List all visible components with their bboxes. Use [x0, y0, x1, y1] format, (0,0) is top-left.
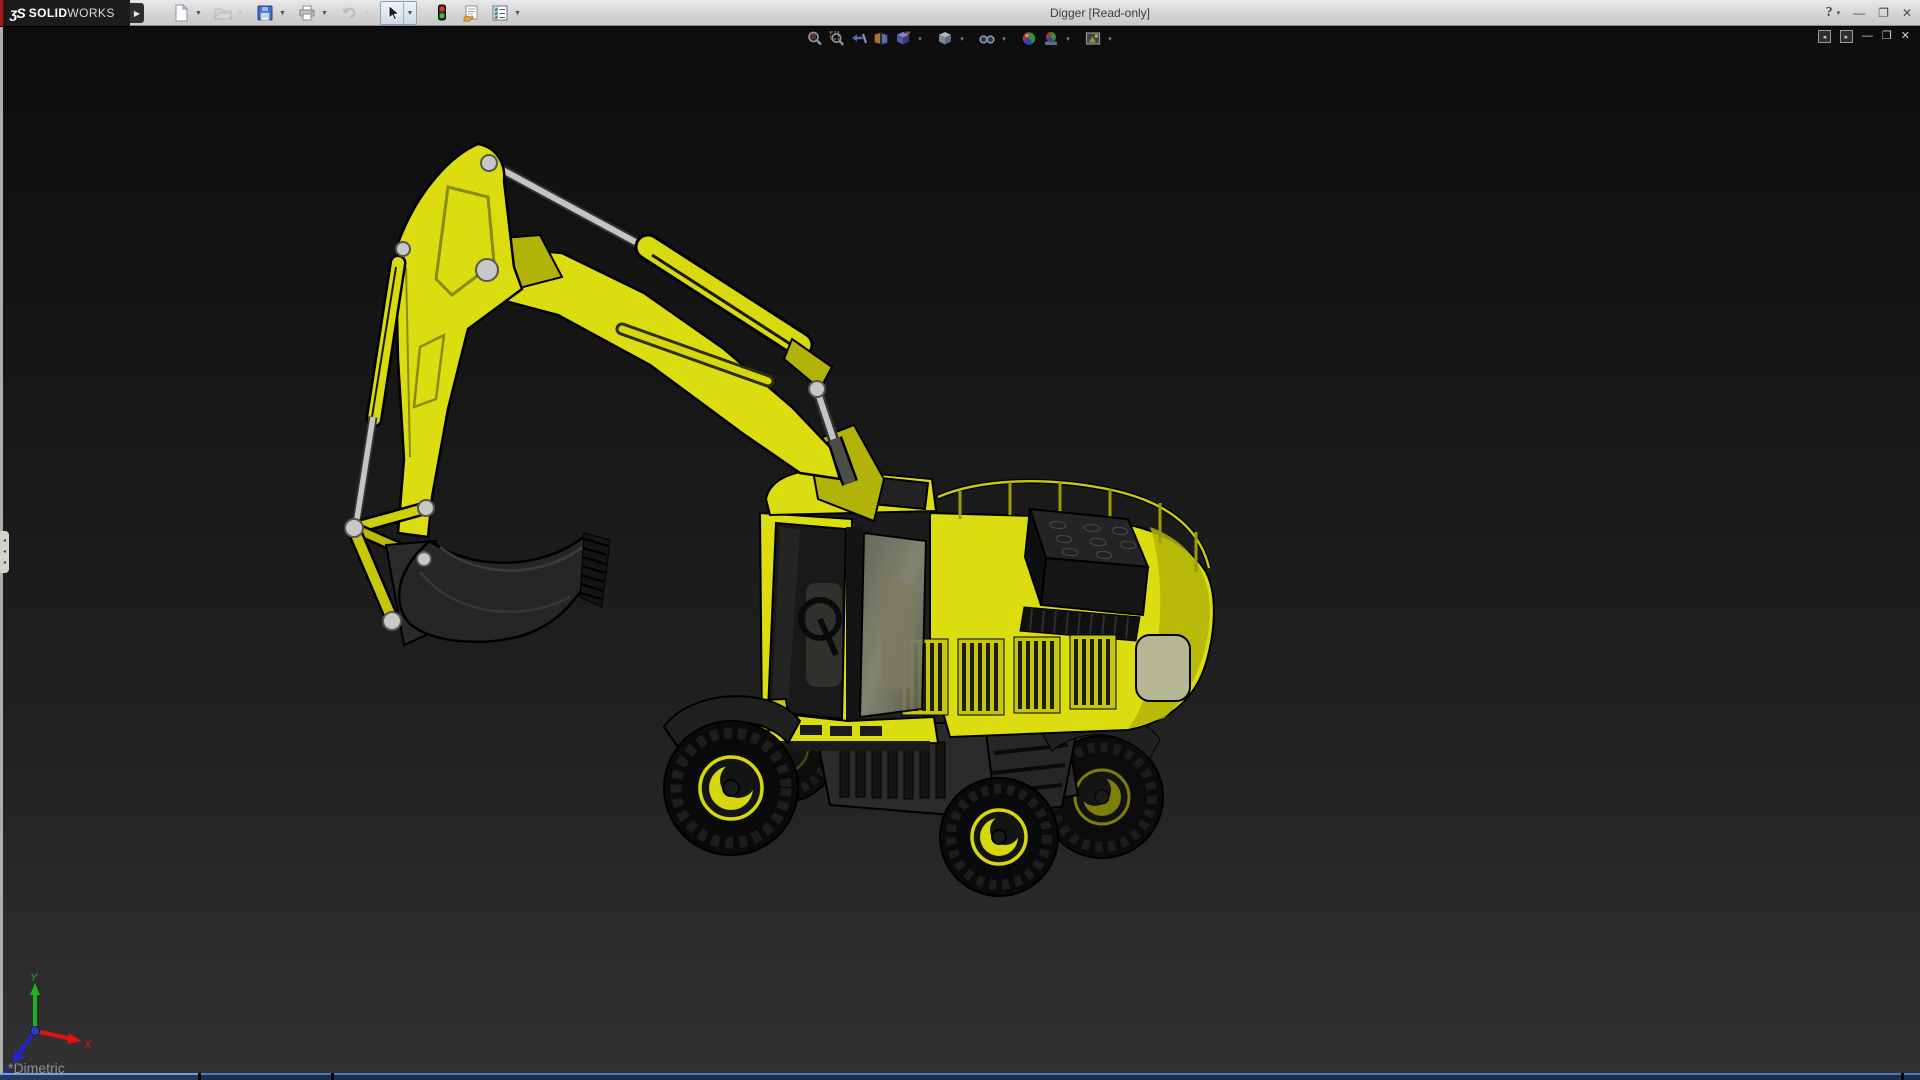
triad-y-label: Y: [30, 972, 38, 984]
featuremanager-splitter-tab[interactable]: ◂ ◂ ◂: [0, 531, 9, 573]
restore-button[interactable]: ❐: [1878, 7, 1889, 19]
logo-red-stripe: [0, 0, 3, 26]
view-orientation-dropdown[interactable]: ▾: [916, 35, 925, 43]
open-folder-icon: [214, 4, 232, 22]
open-dropdown[interactable]: ▼: [234, 2, 247, 24]
triad-x-label: X: [83, 1039, 92, 1051]
titlebar: ʒS SOLIDWORKS ▶ ▼ ▼: [0, 0, 1920, 26]
new-document-dropdown[interactable]: ▼: [192, 2, 205, 24]
doc-minimize-button[interactable]: —: [1862, 31, 1873, 42]
undo-button[interactable]: [338, 2, 360, 24]
taskbar-segment[interactable]: [201, 1073, 331, 1080]
brand-name: SOLIDWORKS: [29, 6, 115, 20]
display-style-dropdown[interactable]: ▾: [958, 35, 967, 43]
print-button[interactable]: [296, 2, 318, 24]
file-properties-button[interactable]: [460, 2, 482, 24]
taskbar-segment[interactable]: [1904, 1073, 1920, 1080]
splitter-arrow-icon: ◂: [3, 558, 6, 569]
taskbar-segment[interactable]: [334, 1073, 1901, 1080]
wheel-front-left[interactable]: [664, 721, 798, 855]
display-style-icon: [937, 30, 954, 47]
previous-view-button[interactable]: [850, 29, 869, 48]
splitter-arrow-icon: ◂: [3, 536, 6, 547]
select-tool-dropdown[interactable]: ▼: [403, 2, 416, 24]
apply-scene-icon: [1043, 30, 1060, 47]
undo-dropdown[interactable]: ▼: [360, 2, 373, 24]
options-dropdown[interactable]: ▼: [511, 2, 524, 24]
window-controls: ? ▾ — ❐ ✕: [1826, 0, 1912, 26]
solidworks-mark-icon: ʒS: [10, 5, 25, 21]
hide-show-items-dropdown[interactable]: ▾: [1000, 35, 1009, 43]
rebuild-traffic-light-icon: [433, 4, 451, 22]
apply-scene-dropdown[interactable]: ▾: [1064, 35, 1073, 43]
zoom-to-area-icon: [829, 30, 846, 47]
view-orientation-icon: [895, 30, 912, 47]
menu-expand-button[interactable]: ▶: [130, 3, 144, 23]
doc-restore-button[interactable]: ❐: [1882, 31, 1892, 42]
close-button[interactable]: ✕: [1902, 7, 1912, 19]
zoom-to-fit-icon: [807, 30, 824, 47]
open-button[interactable]: [212, 2, 234, 24]
splitter-arrow-icon: ◂: [3, 547, 6, 558]
wheel-front-right[interactable]: [940, 778, 1058, 896]
headsup-view-toolbar: ▾ ▾ ▾: [806, 29, 1115, 48]
excavator-model[interactable]: Y X Z: [0, 27, 1920, 1073]
view-settings-icon: [1085, 30, 1102, 47]
help-dropdown[interactable]: ▾: [1837, 10, 1841, 17]
solidworks-window: ʒS SOLIDWORKS ▶ ▼ ▼: [0, 0, 1920, 1080]
document-window-controls: ◂ ▸ — ❐ ✕: [1818, 30, 1910, 43]
file-properties-icon: [462, 4, 480, 22]
select-cursor-icon: [383, 4, 401, 22]
standard-toolbar: ▼ ▼ ▼: [170, 0, 524, 26]
zoom-to-area-button[interactable]: [828, 29, 847, 48]
new-document-button[interactable]: [170, 2, 192, 24]
taskbar-segment[interactable]: [0, 1073, 198, 1080]
edit-appearance-button[interactable]: [1020, 29, 1039, 48]
view-settings-dropdown[interactable]: ▾: [1106, 35, 1115, 43]
display-style-button[interactable]: [936, 29, 955, 48]
previous-view-icon: [851, 30, 868, 47]
options-icon: [491, 4, 509, 22]
edit-appearance-icon: [1021, 30, 1038, 47]
select-tool-group: ▼: [380, 1, 417, 25]
hide-show-items-button[interactable]: [978, 29, 997, 48]
options-button[interactable]: [489, 2, 511, 24]
print-icon: [298, 4, 316, 22]
window-title: Digger [Read-only]: [1050, 6, 1150, 20]
doc-close-button[interactable]: ✕: [1901, 31, 1910, 42]
rear-quarter-window: [1136, 635, 1190, 701]
view-settings-button[interactable]: [1084, 29, 1103, 48]
undo-arrow-icon: [340, 4, 358, 22]
print-dropdown[interactable]: ▼: [318, 2, 331, 24]
new-document-icon: [172, 4, 190, 22]
hide-show-items-icon: [979, 30, 996, 47]
solidworks-logo: ʒS SOLIDWORKS: [0, 0, 130, 26]
select-tool-button[interactable]: [381, 2, 403, 24]
expand-pane-right-button[interactable]: ▸: [1840, 30, 1853, 43]
graphics-area[interactable]: Y X Z: [0, 27, 1920, 1073]
save-button[interactable]: [254, 2, 276, 24]
zoom-to-fit-button[interactable]: [806, 29, 825, 48]
collapse-pane-left-button[interactable]: ◂: [1818, 30, 1831, 43]
section-view-button[interactable]: [872, 29, 891, 48]
front-vents: [800, 725, 882, 736]
apply-scene-button[interactable]: [1042, 29, 1061, 48]
section-view-icon: [873, 30, 890, 47]
help-button[interactable]: ?: [1826, 6, 1833, 20]
minimize-button[interactable]: —: [1853, 7, 1865, 19]
save-floppy-icon: [256, 4, 274, 22]
taskbar-strip: [0, 1073, 1920, 1080]
save-dropdown[interactable]: ▼: [276, 2, 289, 24]
engine-block: [1020, 509, 1148, 641]
rebuild-button[interactable]: [431, 2, 453, 24]
view-orientation-button[interactable]: [894, 29, 913, 48]
